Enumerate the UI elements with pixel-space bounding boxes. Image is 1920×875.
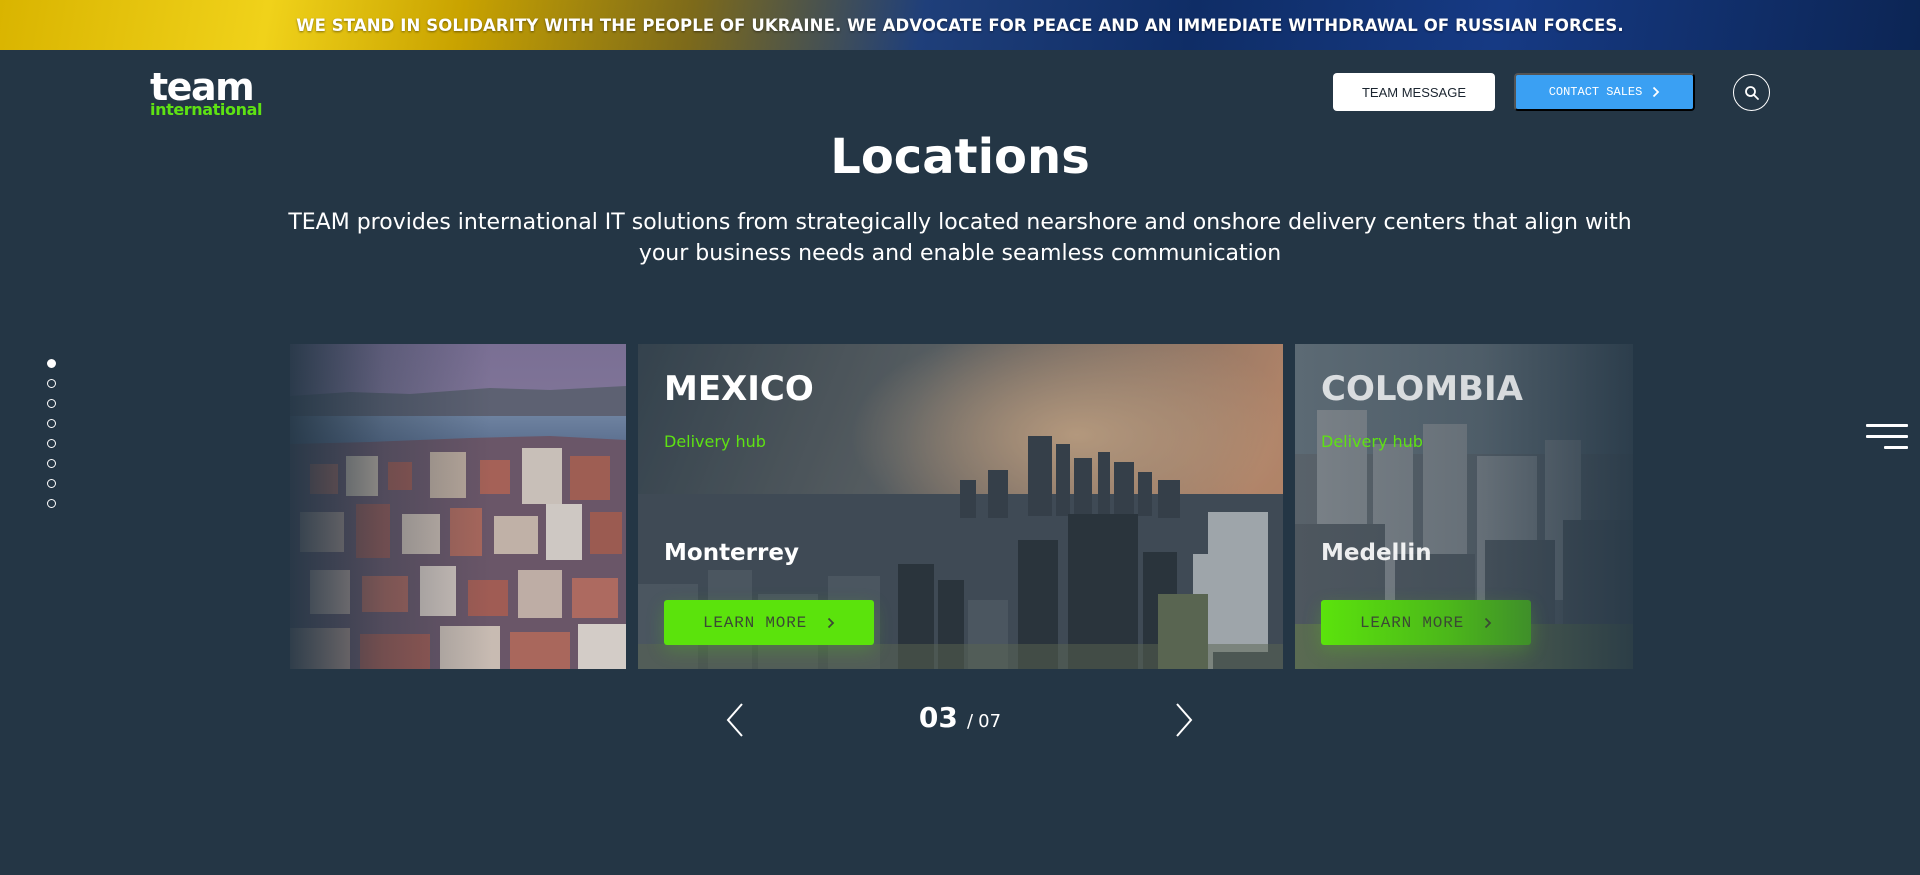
logo-wordmark: team xyxy=(150,65,255,109)
slide-counter: 03 / 07 xyxy=(0,701,1920,734)
learn-more-button[interactable]: LEARN MORE xyxy=(1321,600,1531,645)
page-subtitle: TEAM provides international IT solutions… xyxy=(288,210,1632,266)
counter-current: 03 xyxy=(918,701,958,734)
slide-country: COLOMBIA xyxy=(1321,369,1523,409)
contact-sales-button[interactable]: CONTACT SALES xyxy=(1514,73,1695,111)
learn-more-button[interactable]: LEARN MORE xyxy=(664,600,874,645)
slide-city: Monterrey xyxy=(664,540,799,566)
chevron-right-icon xyxy=(1176,703,1193,737)
locations-slider: MEXICO Delivery hub Monterrey LEARN MORE xyxy=(0,344,1920,669)
learn-more-label: LEARN MORE xyxy=(702,613,807,632)
chevron-right-icon xyxy=(1653,86,1660,98)
slide-fade xyxy=(290,344,626,669)
contact-sales-label: CONTACT SALES xyxy=(1548,85,1643,99)
slide-colombia[interactable]: COLOMBIA Delivery hub Medellin LEARN MOR… xyxy=(1295,344,1633,669)
learn-more-label: LEARN MORE xyxy=(1359,613,1464,632)
page-title: Locations xyxy=(830,129,1090,185)
logo-tagline: international xyxy=(150,100,263,119)
counter-separator: / xyxy=(966,711,974,732)
ukraine-banner: WE STAND IN SOLIDARITY WITH THE PEOPLE O… xyxy=(0,0,1920,50)
slide-country: MEXICO xyxy=(664,369,814,409)
search-button[interactable] xyxy=(1733,74,1770,111)
chevron-right-icon xyxy=(827,617,835,628)
slide-type: Delivery hub xyxy=(664,432,766,451)
slide-type: Delivery hub xyxy=(1321,432,1423,451)
banner-text: WE STAND IN SOLIDARITY WITH THE PEOPLE O… xyxy=(296,15,1624,35)
logo[interactable]: team international xyxy=(150,68,262,118)
slide-mexico[interactable]: MEXICO Delivery hub Monterrey LEARN MORE xyxy=(638,344,1283,669)
next-slide-button[interactable] xyxy=(1168,700,1198,740)
team-message-button[interactable]: TEAM MESSAGE xyxy=(1333,73,1495,111)
slide-previous[interactable] xyxy=(290,344,626,669)
chevron-right-icon xyxy=(1484,617,1492,628)
slide-city: Medellin xyxy=(1321,540,1432,566)
search-icon xyxy=(1744,85,1759,100)
counter-total: 07 xyxy=(978,711,1002,732)
